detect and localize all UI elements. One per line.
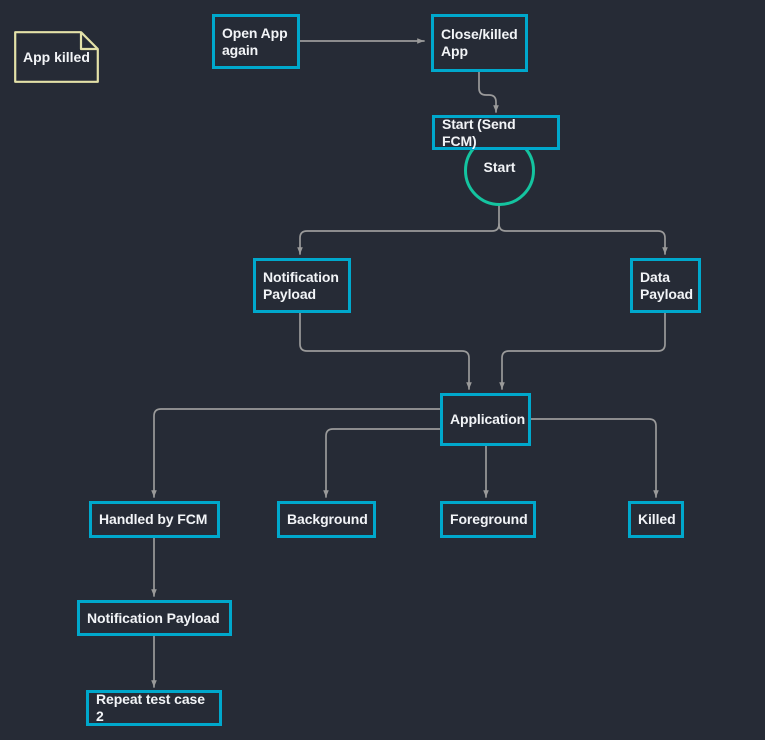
node-application[interactable]: Application — [440, 393, 531, 446]
node-open-app-again[interactable]: Open App again — [212, 14, 300, 69]
node-repeat-test-case-2[interactable]: Repeat test case 2 — [86, 690, 222, 726]
node-notification-payload-top[interactable]: Notification Payload — [253, 258, 351, 313]
node-label: Repeat test case 2 — [96, 691, 205, 724]
edge-application-to-handled-by-fcm — [151, 408, 441, 498]
edge-close-killed-to-start-fcm — [478, 71, 499, 113]
node-label: Notification Payload — [87, 609, 220, 626]
node-label: Background — [287, 511, 368, 527]
edge-start-to-notification-payload — [297, 204, 500, 255]
node-label: Data Payload — [640, 268, 693, 302]
edge-start-to-data-payload — [498, 223, 668, 255]
node-notification-payload-bottom[interactable]: Notification Payload — [77, 600, 232, 636]
node-handled-by-fcm[interactable]: Handled by FCM — [89, 501, 220, 538]
node-label: Start — [483, 158, 516, 175]
edge-notification-payload-to-application — [299, 312, 472, 390]
diagram-canvas: App killed Open App again Close/killed A… — [0, 0, 765, 740]
node-close-killed-app[interactable]: Close/killed App — [431, 14, 528, 72]
node-foreground[interactable]: Foreground — [440, 501, 536, 538]
note-app-killed: App killed — [14, 31, 99, 83]
node-killed[interactable]: Killed — [628, 501, 684, 538]
node-data-payload[interactable]: Data Payload — [630, 258, 701, 313]
node-start-send-fcm[interactable]: Start (Send FCM) — [432, 115, 560, 150]
node-label: Close/killed App — [441, 26, 518, 59]
edge-data-payload-to-application — [499, 312, 666, 390]
node-label: Open App again — [222, 24, 288, 58]
edge-application-to-killed — [530, 418, 659, 498]
node-label: Foreground — [450, 511, 528, 527]
note-label: App killed — [23, 49, 90, 65]
node-background[interactable]: Background — [277, 501, 376, 538]
node-label: Handled by FCM — [99, 511, 208, 527]
node-label: Killed — [638, 511, 676, 527]
node-label: Application — [450, 411, 526, 427]
node-label: Notification Payload — [263, 268, 339, 302]
edge-application-to-background — [323, 428, 441, 498]
node-label: Start (Send FCM) — [442, 115, 516, 149]
